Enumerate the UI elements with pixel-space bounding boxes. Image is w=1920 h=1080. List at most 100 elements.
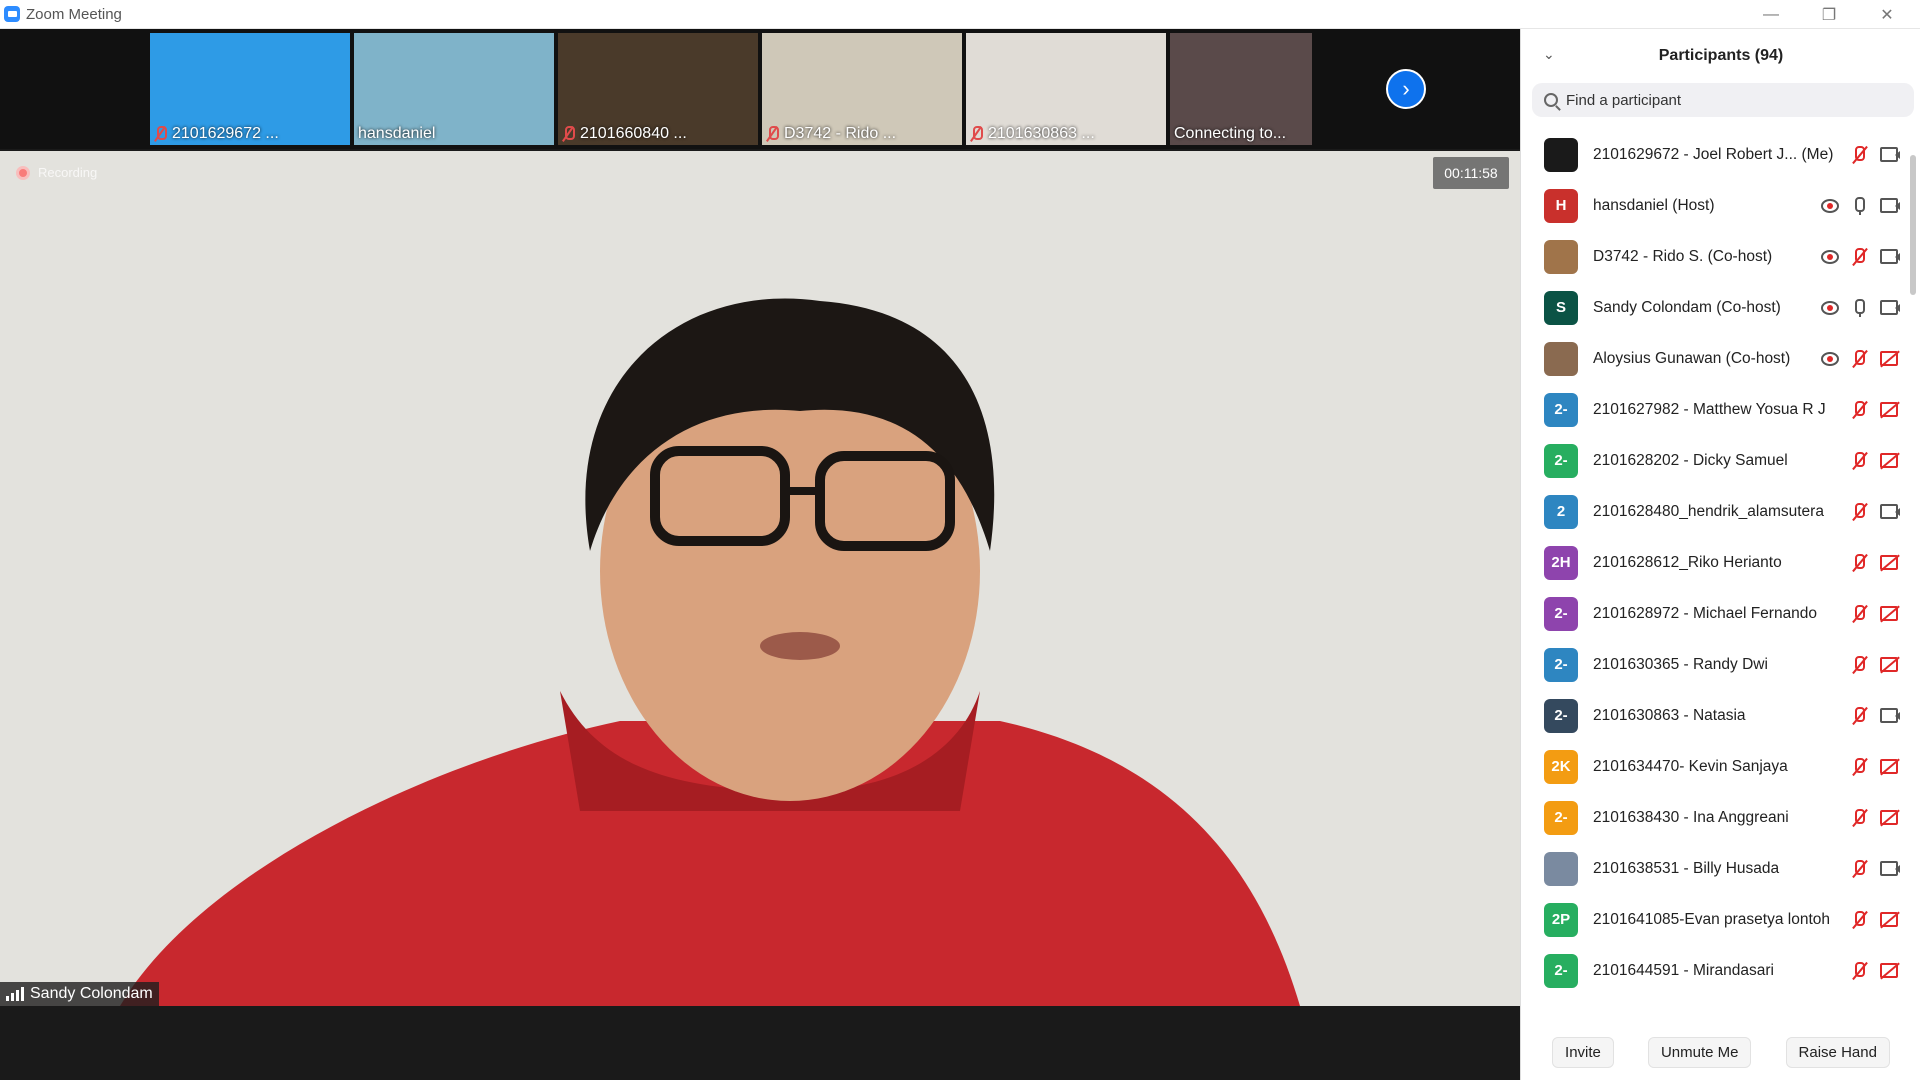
avatar: 2- bbox=[1544, 698, 1578, 733]
camera-off-icon[interactable] bbox=[1879, 807, 1901, 829]
gallery-tile[interactable]: 2101660840 ... bbox=[558, 33, 758, 145]
participant-row[interactable]: 2H 2101628612_Riko Herianto bbox=[1521, 537, 1909, 588]
camera-icon[interactable] bbox=[1879, 246, 1901, 268]
camera-icon[interactable] bbox=[1879, 195, 1901, 217]
panel-title: Participants (94) bbox=[1658, 47, 1784, 64]
chevron-right-icon: › bbox=[1402, 76, 1410, 101]
restore-button[interactable]: ❐ bbox=[1800, 0, 1858, 29]
participant-name: Aloysius Gunawan (Co-host) bbox=[1593, 349, 1791, 367]
zoom-app-icon bbox=[4, 6, 20, 22]
raise-hand-button[interactable]: Raise Hand bbox=[1785, 1036, 1890, 1068]
microphone-icon[interactable] bbox=[1849, 195, 1871, 217]
close-button[interactable]: ✕ bbox=[1858, 0, 1916, 29]
participant-row[interactable]: 2- 2101644591 - Mirandasari bbox=[1521, 945, 1909, 996]
scrollbar-thumb[interactable] bbox=[1910, 155, 1916, 295]
participant-row[interactable]: 2- 2101628202 - Dicky Samuel bbox=[1521, 435, 1909, 486]
participant-row[interactable]: 2- 2101638430 - Ina Anggreani bbox=[1521, 792, 1909, 843]
participant-search[interactable] bbox=[1532, 83, 1914, 117]
camera-off-icon[interactable] bbox=[1879, 603, 1901, 625]
microphone-icon[interactable] bbox=[1849, 297, 1871, 319]
camera-off-icon[interactable] bbox=[1879, 909, 1901, 931]
participant-row[interactable]: 2- 2101628972 - Michael Fernando bbox=[1521, 588, 1909, 639]
microphone-muted-icon[interactable] bbox=[1849, 909, 1871, 931]
participant-status-icons bbox=[1819, 894, 1901, 945]
avatar: 2- bbox=[1544, 647, 1578, 682]
microphone-muted-icon[interactable] bbox=[1849, 399, 1871, 421]
microphone-muted-icon[interactable] bbox=[1849, 807, 1871, 829]
microphone-muted-icon[interactable] bbox=[1849, 960, 1871, 982]
scrollbar[interactable] bbox=[1909, 125, 1917, 1035]
camera-off-icon[interactable] bbox=[1879, 450, 1901, 472]
microphone-muted-icon[interactable] bbox=[1849, 705, 1871, 727]
microphone-muted-icon[interactable] bbox=[1849, 756, 1871, 778]
participant-row[interactable]: 2K 2101634470- Kevin Sanjaya bbox=[1521, 741, 1909, 792]
participant-row[interactable]: 2- 2101630863 - Natasia bbox=[1521, 690, 1909, 741]
avatar: 2H bbox=[1544, 545, 1578, 580]
camera-icon[interactable] bbox=[1879, 297, 1901, 319]
recording-indicator[interactable]: Recording bbox=[16, 165, 97, 180]
microphone-muted-icon[interactable] bbox=[1849, 603, 1871, 625]
avatar bbox=[1544, 341, 1578, 376]
camera-icon[interactable] bbox=[1879, 144, 1901, 166]
gallery-tile[interactable]: Connecting to... bbox=[1170, 33, 1312, 145]
participant-row[interactable]: 2- 2101627982 - Matthew Yosua R J bbox=[1521, 384, 1909, 435]
microphone-muted-icon[interactable] bbox=[1849, 501, 1871, 523]
microphone-muted-icon[interactable] bbox=[1849, 144, 1871, 166]
microphone-muted-icon[interactable] bbox=[1849, 654, 1871, 676]
title-bar: Zoom Meeting — ❐ ✕ bbox=[0, 0, 1920, 29]
participant-status-icons bbox=[1819, 690, 1901, 741]
participant-status-icons bbox=[1819, 384, 1901, 435]
camera-off-icon[interactable] bbox=[1879, 399, 1901, 421]
participant-name: 2101641085-Evan prasetya lontoh bbox=[1593, 910, 1830, 928]
microphone-muted-icon[interactable] bbox=[1849, 348, 1871, 370]
participant-row[interactable]: 2101629672 - Joel Robert J... (Me) bbox=[1521, 129, 1909, 180]
participant-row[interactable]: 2- 2101630365 - Randy Dwi bbox=[1521, 639, 1909, 690]
participant-row[interactable]: Aloysius Gunawan (Co-host) bbox=[1521, 333, 1909, 384]
camera-icon[interactable] bbox=[1879, 858, 1901, 880]
microphone-muted-icon[interactable] bbox=[1849, 246, 1871, 268]
camera-off-icon[interactable] bbox=[1879, 552, 1901, 574]
gallery-tile[interactable]: hansdaniel bbox=[354, 33, 554, 145]
gallery-tile[interactable]: D3742 - Rido ... bbox=[762, 33, 962, 145]
participant-row[interactable]: S Sandy Colondam (Co-host) bbox=[1521, 282, 1909, 333]
recording-icon bbox=[1819, 297, 1841, 319]
camera-icon[interactable] bbox=[1879, 501, 1901, 523]
next-page-button[interactable]: › bbox=[1386, 69, 1426, 109]
invite-button[interactable]: Invite bbox=[1552, 1036, 1614, 1068]
avatar bbox=[1544, 851, 1578, 886]
participant-status-icons bbox=[1819, 486, 1901, 537]
participant-row[interactable]: 2P 2101641085-Evan prasetya lontoh bbox=[1521, 894, 1909, 945]
participant-status-icons bbox=[1819, 282, 1901, 333]
camera-off-icon[interactable] bbox=[1879, 348, 1901, 370]
participant-list[interactable]: 2101629672 - Joel Robert J... (Me) Hhansd… bbox=[1521, 129, 1909, 1039]
participant-name: 2101634470- Kevin Sanjaya bbox=[1593, 757, 1788, 775]
participant-status-icons bbox=[1819, 231, 1901, 282]
gallery-tile[interactable]: 2101629672 ... bbox=[150, 33, 350, 145]
microphone-muted-icon[interactable] bbox=[1849, 552, 1871, 574]
chevron-down-icon[interactable]: ⌄ bbox=[1543, 46, 1555, 63]
camera-off-icon[interactable] bbox=[1879, 756, 1901, 778]
tile-name: D3742 - Rido ... bbox=[784, 125, 897, 142]
camera-off-icon[interactable] bbox=[1879, 654, 1901, 676]
camera-icon[interactable] bbox=[1879, 705, 1901, 727]
participant-status-icons bbox=[1819, 792, 1901, 843]
unmute-me-button[interactable]: Unmute Me bbox=[1647, 1036, 1752, 1068]
camera-off-icon[interactable] bbox=[1879, 960, 1901, 982]
microphone-muted-icon[interactable] bbox=[1849, 450, 1871, 472]
participant-row[interactable]: D3742 - Rido S. (Co-host) bbox=[1521, 231, 1909, 282]
participant-row[interactable]: Hhansdaniel (Host) bbox=[1521, 180, 1909, 231]
mic-muted-icon bbox=[562, 126, 575, 142]
microphone-muted-icon[interactable] bbox=[1849, 858, 1871, 880]
avatar: 2- bbox=[1544, 800, 1578, 835]
gallery-tile[interactable]: 2101630863 ... bbox=[966, 33, 1166, 145]
search-input[interactable] bbox=[1566, 91, 1886, 109]
mic-muted-icon bbox=[154, 126, 167, 142]
avatar bbox=[1544, 137, 1578, 172]
participant-row[interactable]: 2 2101628480_hendrik_alamsutera bbox=[1521, 486, 1909, 537]
panel-header: ⌄ Participants (94) bbox=[1521, 29, 1920, 83]
minimize-button[interactable]: — bbox=[1742, 0, 1800, 29]
avatar: 2- bbox=[1544, 443, 1578, 478]
participant-status-icons bbox=[1819, 639, 1901, 690]
participant-name: 2101638430 - Ina Anggreani bbox=[1593, 808, 1789, 826]
participant-row[interactable]: 2101638531 - Billy Husada bbox=[1521, 843, 1909, 894]
